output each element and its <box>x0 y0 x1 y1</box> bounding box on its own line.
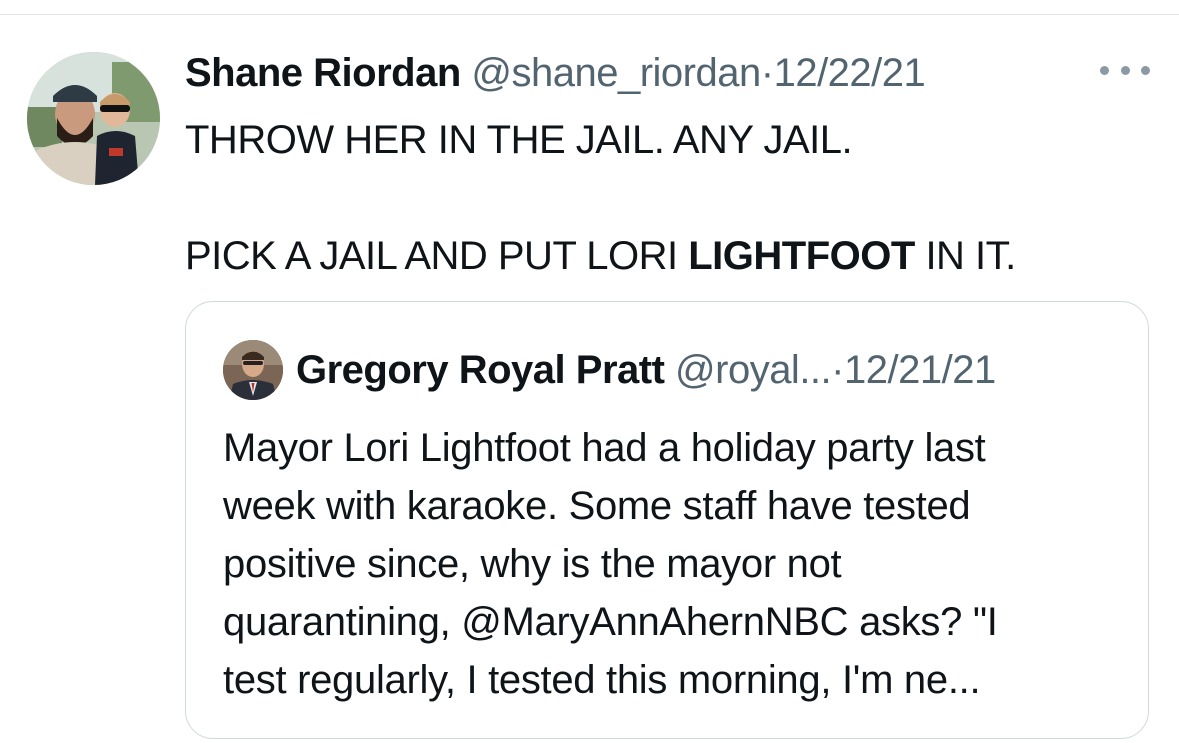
tweet-text-line-2-prefix: PICK A JAIL AND PUT LORI <box>185 234 689 278</box>
profile-photo-icon <box>223 340 283 400</box>
tweet[interactable]: Shane Riordan @shane_riordan·12/22/21 TH… <box>0 15 1179 743</box>
more-horizontal-icon[interactable] <box>1100 55 1150 85</box>
quoted-tweet-card[interactable]: Gregory Royal Pratt @royal...·12/21/21 M… <box>185 301 1149 739</box>
more-dot <box>1141 65 1150 75</box>
more-dot <box>1120 65 1130 75</box>
tweet-text: THROW HER IN THE JAIL. ANY JAIL. PICK A … <box>185 111 1145 285</box>
author-name[interactable]: Shane Riordan <box>185 51 461 95</box>
author-avatar[interactable] <box>27 52 160 185</box>
quoted-text-line: test regularly, I tested this morning, I… <box>223 658 981 702</box>
quoted-author-handle[interactable]: @royal... <box>675 348 832 392</box>
tweet-text-line-1: THROW HER IN THE JAIL. ANY JAIL. <box>185 118 853 162</box>
tweet-text-line-2-suffix: IN IT. <box>914 234 1016 278</box>
quoted-text-line: Mayor Lori Lightfoot had a holiday party… <box>223 426 986 470</box>
quoted-tweet-header: Gregory Royal Pratt @royal...·12/21/21 <box>296 344 996 396</box>
quoted-text-line: quarantining, @MaryAnnAhernNBC asks? "I <box>223 600 998 644</box>
tweet-header: Shane Riordan @shane_riordan·12/22/21 <box>185 49 926 97</box>
profile-photo-icon <box>27 52 160 185</box>
meta-separator: · <box>760 51 774 95</box>
tweet-text-line-2: PICK A JAIL AND PUT LORI LIGHTFOOT IN IT… <box>185 227 1145 285</box>
author-handle[interactable]: @shane_riordan <box>471 51 761 95</box>
tweet-date[interactable]: 12/22/21 <box>774 51 926 95</box>
quoted-text-line: positive since, why is the mayor not <box>223 542 842 586</box>
quoted-text-line: week with karaoke. Some staff have teste… <box>223 484 971 528</box>
tweet-text-bold-word: LIGHTFOOT <box>688 234 915 278</box>
more-dot <box>1100 65 1109 75</box>
quoted-author-name[interactable]: Gregory Royal Pratt <box>296 348 665 392</box>
quoted-tweet-text: Mayor Lori Lightfoot had a holiday party… <box>223 419 1123 709</box>
quoted-tweet-date[interactable]: 12/21/21 <box>844 348 996 392</box>
meta-separator: · <box>831 348 844 392</box>
quoted-author-avatar[interactable] <box>223 340 283 400</box>
